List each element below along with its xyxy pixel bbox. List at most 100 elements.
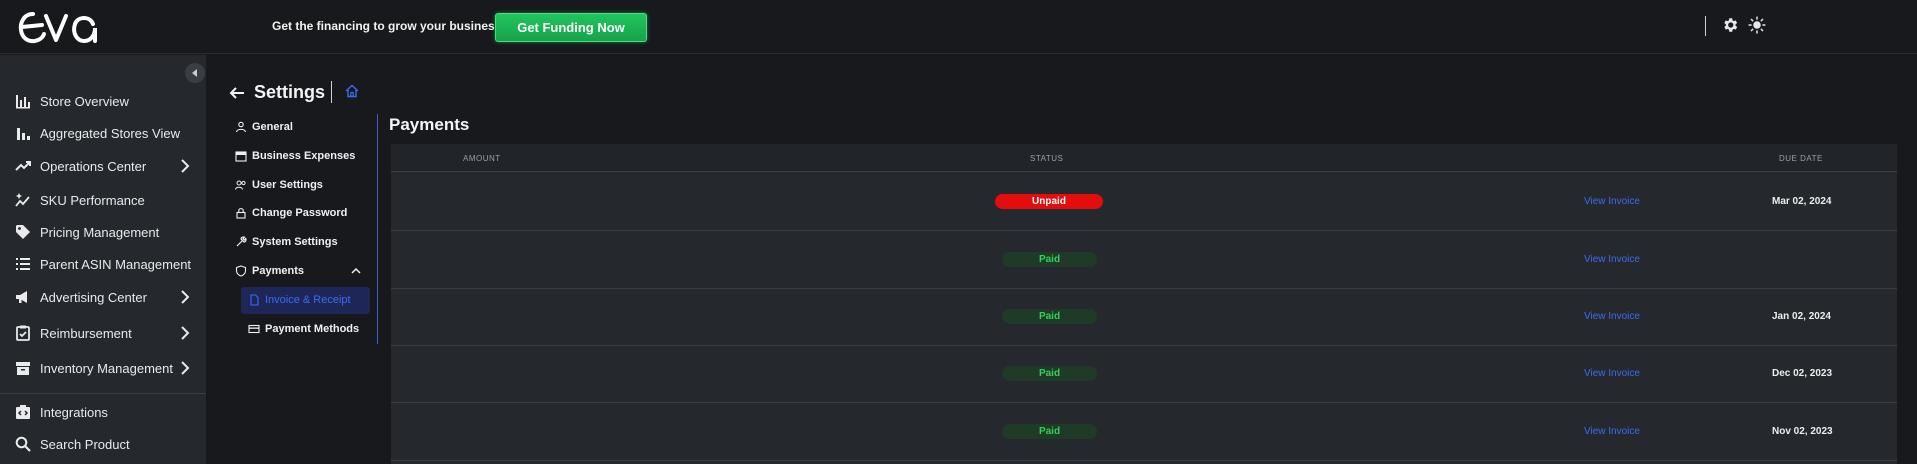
get-funding-button[interactable]: Get Funding Now xyxy=(495,13,647,42)
sidebar-item-operations-center[interactable]: Operations Center xyxy=(14,156,194,176)
sidebar-item-store-overview[interactable]: Store Overview xyxy=(14,91,194,111)
search-icon xyxy=(14,435,32,453)
status-badge: Paid xyxy=(1002,309,1097,324)
due-date: Mar 02, 2024 xyxy=(1772,196,1832,207)
document-icon xyxy=(248,294,260,306)
table-row: Paid View Invoice Nov 02, 2023 xyxy=(391,403,1897,461)
clipboard-check-icon xyxy=(14,324,32,342)
home-icon[interactable] xyxy=(345,84,359,98)
sidebar-item-label: Store Overview xyxy=(40,93,129,109)
sidebar-item-label: SKU Performance xyxy=(40,192,145,208)
sun-icon[interactable] xyxy=(1748,16,1766,34)
chevron-up-icon xyxy=(351,267,361,274)
sidebar-item-label: Inventory Management xyxy=(40,360,173,376)
sidebar-item-label: Integrations xyxy=(40,404,108,420)
wrench-icon xyxy=(235,236,247,248)
gear-icon[interactable] xyxy=(1721,16,1739,34)
header-divider xyxy=(1705,16,1706,36)
due-date: Jan 02, 2024 xyxy=(1772,311,1831,322)
trending-up-icon xyxy=(14,157,32,175)
chevron-right-icon xyxy=(181,361,190,375)
menu-item-label: Business Expenses xyxy=(252,150,356,162)
view-invoice-link[interactable]: View Invoice xyxy=(1584,426,1640,437)
sidebar-item-label: Advertising Center xyxy=(40,289,147,305)
bar-chart-icon xyxy=(14,92,32,110)
status-badge: Paid xyxy=(1002,424,1097,439)
menu-item-user-settings[interactable]: User Settings xyxy=(235,176,323,194)
sidebar-item-label: Search Product xyxy=(40,436,130,452)
menu-item-business-expenses[interactable]: Business Expenses xyxy=(235,147,355,165)
sidebar-item-label: Operations Center xyxy=(40,158,147,174)
table-header: AMOUNT STATUS DUE DATE xyxy=(391,144,1897,172)
table-row: Paid View Invoice xyxy=(391,231,1897,289)
view-invoice-link[interactable]: View Invoice xyxy=(1584,254,1640,265)
sidebar-divider xyxy=(0,393,206,394)
eva-logo[interactable] xyxy=(18,6,102,46)
top-bar: Get the financing to grow your business!… xyxy=(0,0,1917,54)
page-title: Settings xyxy=(254,82,326,102)
menu-item-label: User Settings xyxy=(252,179,323,191)
bar-chart-alt-icon xyxy=(14,124,32,142)
lock-icon xyxy=(235,207,247,219)
menu-item-payments[interactable]: Payments xyxy=(235,262,361,280)
sidebar-item-inventory-management[interactable]: Inventory Management xyxy=(14,358,194,378)
table-row: Paid View Invoice Dec 02, 2023 xyxy=(391,345,1897,403)
menu-item-label: General xyxy=(252,121,293,133)
sidebar-item-advertising-center[interactable]: Advertising Center xyxy=(14,287,194,307)
tag-icon xyxy=(14,223,32,241)
menu-item-label: Invoice & Receipt xyxy=(265,294,351,306)
view-invoice-link[interactable]: View Invoice xyxy=(1584,311,1640,322)
view-invoice-link[interactable]: View Invoice xyxy=(1584,196,1640,207)
sidebar-item-sku-performance[interactable]: SKU Performance xyxy=(14,190,194,210)
column-header-amount[interactable]: AMOUNT xyxy=(463,154,501,163)
back-arrow-icon[interactable] xyxy=(228,84,246,102)
menu-item-label: System Settings xyxy=(252,236,338,248)
shield-icon xyxy=(235,265,247,277)
menu-item-general[interactable]: General xyxy=(235,118,293,136)
sidebar-item-pricing-management[interactable]: Pricing Management xyxy=(14,222,194,242)
column-header-due-date[interactable]: DUE DATE xyxy=(1779,154,1823,163)
sidebar-item-search-product[interactable]: Search Product xyxy=(14,434,194,454)
menu-item-system-settings[interactable]: System Settings xyxy=(235,233,338,251)
sparkle-chart-icon xyxy=(14,191,32,209)
table-row: Paid View Invoice Jan 02, 2024 xyxy=(391,288,1897,346)
menu-item-payment-methods[interactable]: Payment Methods xyxy=(248,320,359,338)
list-icon xyxy=(14,255,32,273)
sidebar-item-label: Parent ASIN Management xyxy=(40,256,192,272)
users-icon xyxy=(235,179,247,191)
chevron-left-icon xyxy=(192,69,197,77)
title-divider xyxy=(331,81,332,103)
due-date: Dec 02, 2023 xyxy=(1772,368,1833,379)
sidebar-collapse-button[interactable] xyxy=(185,63,205,83)
status-badge: Paid xyxy=(1002,252,1097,267)
payments-table: AMOUNT STATUS DUE DATE Unpaid View Invoi… xyxy=(391,144,1897,464)
menu-item-change-password[interactable]: Change Password xyxy=(235,204,347,222)
status-badge: Paid xyxy=(1002,366,1097,381)
menu-item-label: Payment Methods xyxy=(265,323,360,335)
menu-item-label: Change Password xyxy=(252,207,348,219)
credit-card-icon xyxy=(248,323,260,335)
menu-divider xyxy=(377,114,378,344)
due-date: Nov 02, 2023 xyxy=(1772,426,1833,437)
table-row: Unpaid View Invoice Mar 02, 2024 xyxy=(391,173,1897,231)
settings-header: Settings xyxy=(228,82,325,103)
sidebar-item-integrations[interactable]: Integrations xyxy=(14,402,194,422)
chevron-right-icon xyxy=(181,326,190,340)
sidebar-item-label: Pricing Management xyxy=(40,224,160,240)
financing-promo-text: Get the financing to grow your business! xyxy=(272,19,506,33)
chevron-right-icon xyxy=(181,159,190,173)
column-header-status[interactable]: STATUS xyxy=(1030,154,1063,163)
sidebar-item-aggregated-stores[interactable]: Aggregated Stores View xyxy=(14,123,194,143)
integration-icon xyxy=(14,403,32,421)
calendar-icon xyxy=(235,150,247,162)
view-invoice-link[interactable]: View Invoice xyxy=(1584,368,1640,379)
status-badge: Unpaid xyxy=(995,194,1103,209)
user-icon xyxy=(235,121,247,133)
sidebar-item-parent-asin[interactable]: Parent ASIN Management xyxy=(14,254,194,274)
sidebar-item-reimbursement[interactable]: Reimbursement xyxy=(14,323,194,343)
menu-item-label: Payments xyxy=(252,265,304,277)
menu-item-invoice-receipt[interactable]: Invoice & Receipt xyxy=(248,291,351,309)
sidebar-item-label: Aggregated Stores View xyxy=(40,125,180,141)
megaphone-icon xyxy=(14,288,32,306)
archive-box-icon xyxy=(14,359,32,377)
